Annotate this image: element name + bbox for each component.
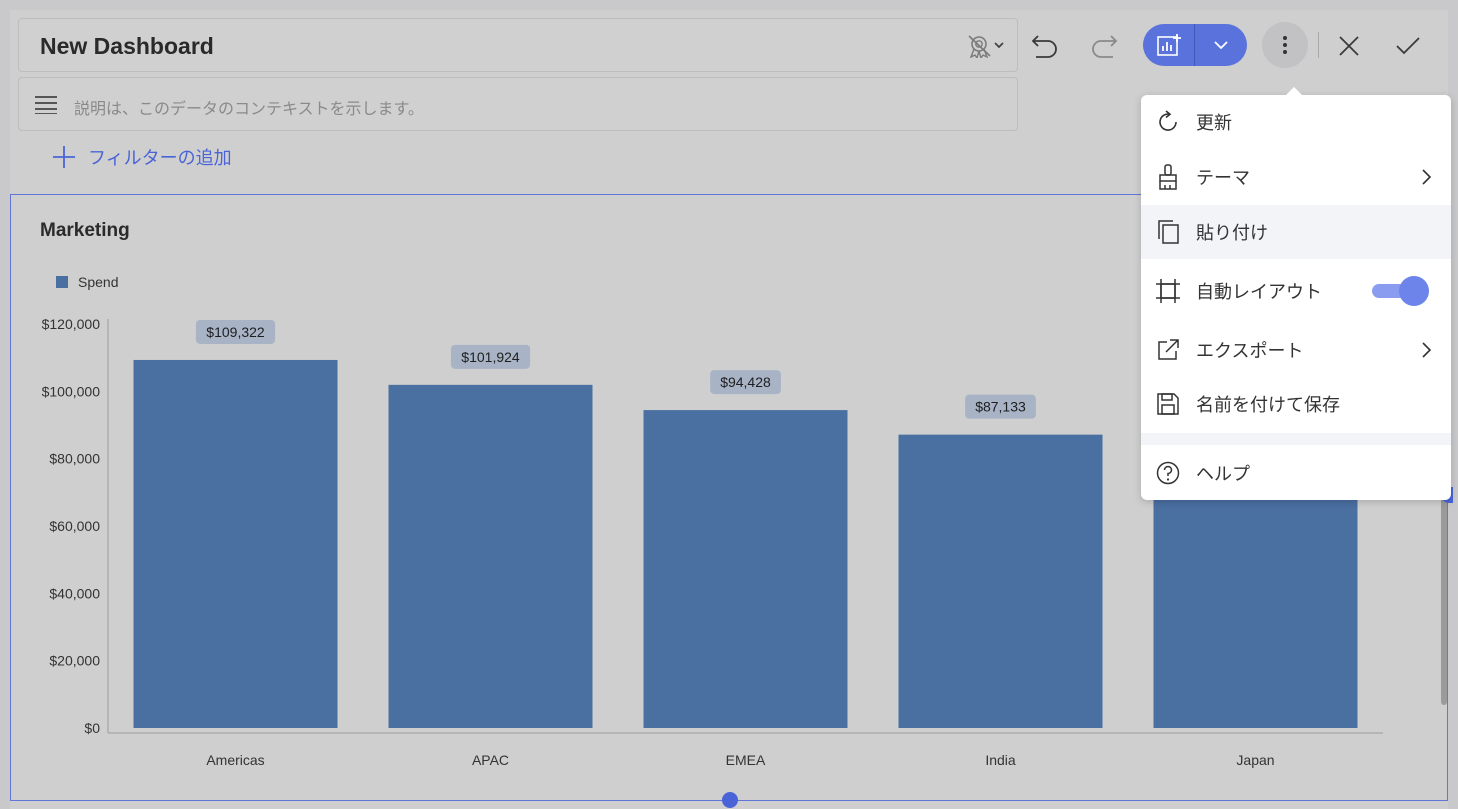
y-tick-label: $0 bbox=[84, 720, 100, 736]
visualization-dropdown-button[interactable] bbox=[1195, 24, 1247, 66]
dashboard-title-field[interactable]: New Dashboard bbox=[18, 18, 1018, 72]
more-options-menu: 更新 テーマ 貼り付け 自動レイアウト エクスポート 名前を付けて保存 ヘルプ bbox=[1141, 87, 1451, 500]
chart-bar bbox=[643, 410, 848, 728]
y-tick-label: $60,000 bbox=[49, 518, 100, 534]
close-button[interactable] bbox=[1329, 26, 1369, 66]
menu-item-label: エクスポート bbox=[1196, 341, 1304, 361]
plus-icon bbox=[53, 146, 75, 168]
toggle-knob bbox=[1399, 276, 1429, 306]
menu-item-help[interactable]: ヘルプ bbox=[1141, 445, 1451, 500]
redo-icon bbox=[1092, 35, 1118, 58]
redo-button[interactable] bbox=[1084, 26, 1124, 66]
menu-item-label: 名前を付けて保存 bbox=[1196, 395, 1340, 415]
undo-button[interactable] bbox=[1025, 26, 1065, 66]
data-label: $109,322 bbox=[206, 324, 265, 340]
menu-item-refresh[interactable]: 更新 bbox=[1141, 95, 1451, 149]
more-vertical-icon bbox=[1283, 36, 1287, 54]
y-tick-label: $80,000 bbox=[49, 451, 100, 467]
toolbar-divider bbox=[1318, 32, 1319, 58]
y-tick-label: $100,000 bbox=[42, 383, 101, 399]
add-visualization-group bbox=[1143, 24, 1247, 66]
y-tick-label: $40,000 bbox=[49, 585, 100, 601]
save-icon bbox=[1155, 391, 1181, 417]
y-tick-label: $20,000 bbox=[49, 653, 100, 669]
y-tick-label: $120,000 bbox=[42, 316, 101, 332]
auto-layout-toggle[interactable] bbox=[1372, 276, 1429, 306]
close-icon bbox=[1339, 36, 1359, 56]
add-filter-label: フィルターの追加 bbox=[88, 148, 232, 168]
chevron-right-icon bbox=[1422, 169, 1432, 185]
data-label: $101,924 bbox=[461, 349, 520, 365]
brush-icon bbox=[1155, 164, 1181, 190]
menu-item-label: 更新 bbox=[1196, 113, 1232, 133]
menu-item-label: ヘルプ bbox=[1196, 463, 1250, 484]
check-icon bbox=[1396, 37, 1420, 55]
description-icon bbox=[35, 96, 57, 114]
layout-icon bbox=[1155, 278, 1181, 304]
resize-handle-bottom[interactable] bbox=[722, 792, 738, 808]
paste-icon bbox=[1155, 219, 1181, 245]
certification-icon[interactable] bbox=[965, 34, 1005, 58]
description-placeholder: 説明は、このデータのコンテキストを示します。 bbox=[74, 101, 424, 118]
add-filter-button[interactable]: フィルターの追加 bbox=[52, 144, 232, 170]
dashboard-title[interactable]: New Dashboard bbox=[40, 33, 214, 60]
menu-item-save-as[interactable]: 名前を付けて保存 bbox=[1141, 377, 1451, 431]
add-visualization-icon bbox=[1156, 34, 1181, 56]
chart-bar bbox=[898, 434, 1103, 728]
data-label: $94,428 bbox=[720, 374, 771, 390]
export-icon bbox=[1155, 337, 1181, 363]
x-tick-label: Americas bbox=[206, 752, 264, 768]
save-check-button[interactable] bbox=[1388, 26, 1428, 66]
menu-item-label: テーマ bbox=[1196, 168, 1250, 188]
menu-item-label: 自動レイアウト bbox=[1196, 282, 1322, 302]
undo-icon bbox=[1031, 35, 1057, 58]
menu-item-paste[interactable]: 貼り付け bbox=[1141, 205, 1451, 259]
x-tick-label: APAC bbox=[472, 752, 509, 768]
chevron-right-icon bbox=[1422, 342, 1432, 358]
chart-bar bbox=[133, 359, 338, 728]
refresh-icon bbox=[1155, 109, 1181, 135]
data-label: $87,133 bbox=[975, 399, 1026, 415]
more-options-button[interactable] bbox=[1262, 22, 1308, 68]
help-icon bbox=[1155, 460, 1181, 486]
chart-bar bbox=[388, 384, 593, 728]
menu-item-label: 貼り付け bbox=[1196, 223, 1268, 243]
x-tick-label: India bbox=[985, 752, 1016, 768]
chevron-down-icon bbox=[1214, 41, 1228, 50]
menu-item-auto-layout[interactable]: 自動レイアウト bbox=[1141, 259, 1451, 323]
add-visualization-button[interactable] bbox=[1143, 24, 1195, 66]
x-tick-label: Japan bbox=[1236, 752, 1274, 768]
menu-divider bbox=[1141, 433, 1451, 445]
menu-item-export[interactable]: エクスポート bbox=[1141, 323, 1451, 377]
menu-item-theme[interactable]: テーマ bbox=[1141, 149, 1451, 205]
x-tick-label: EMEA bbox=[726, 752, 766, 768]
description-field[interactable]: 説明は、このデータのコンテキストを示します。 bbox=[18, 77, 1018, 131]
dashboard-editor: New Dashboard 説明は、このデータのコンテキストを示します。 フィル… bbox=[10, 10, 1453, 809]
